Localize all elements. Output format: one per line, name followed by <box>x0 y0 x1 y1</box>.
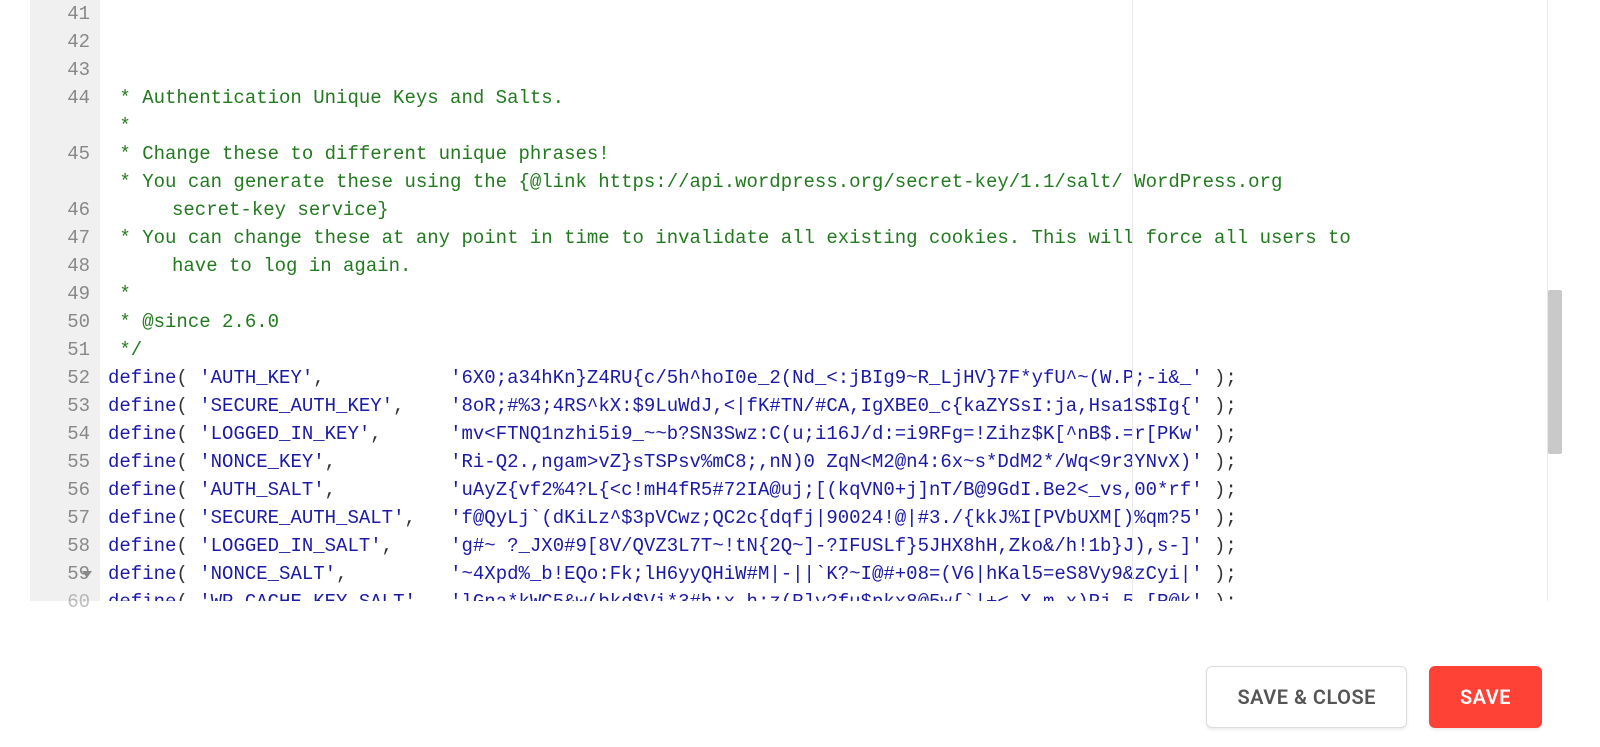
scrollbar-thumb[interactable] <box>1548 290 1562 454</box>
code-editor[interactable]: 4142434445464748495051525354555657585960… <box>30 0 1548 601</box>
save-and-close-button[interactable]: SAVE & CLOSE <box>1206 666 1407 728</box>
vertical-scrollbar[interactable] <box>1548 0 1562 601</box>
print-margin <box>1132 0 1133 601</box>
fold-icon[interactable] <box>82 571 92 578</box>
editor-footer: SAVE & CLOSE SAVE <box>0 647 1562 747</box>
line-number-gutter: 4142434445464748495051525354555657585960 <box>30 0 100 601</box>
code-content[interactable]: * Authentication Unique Keys and Salts. … <box>100 0 1547 601</box>
save-button[interactable]: SAVE <box>1429 666 1542 728</box>
